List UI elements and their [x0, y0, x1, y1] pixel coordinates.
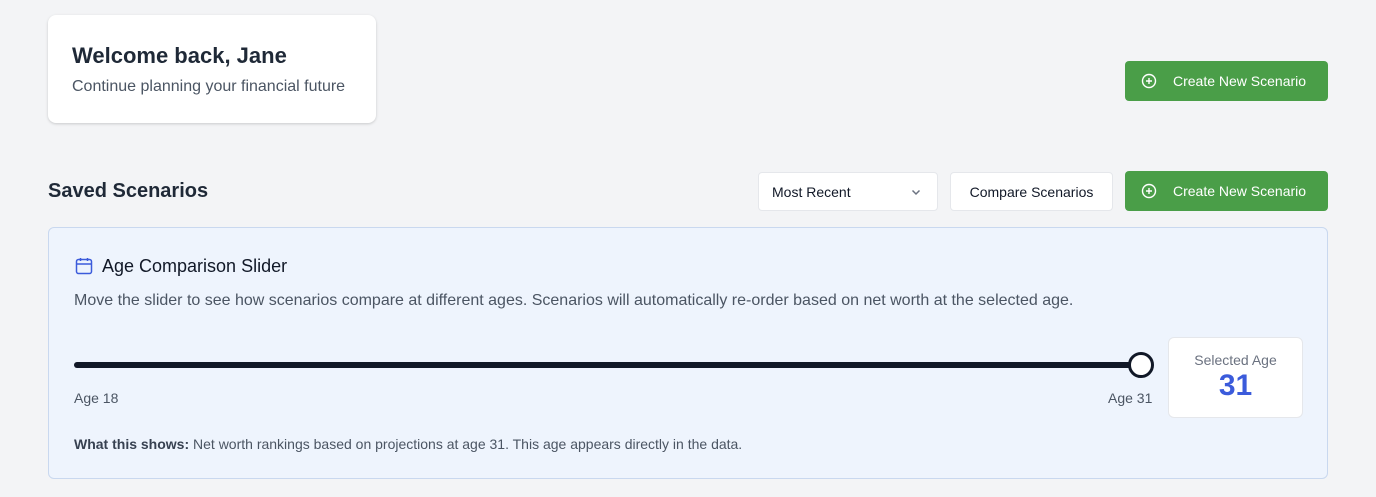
- welcome-card: Welcome back, Jane Continue planning you…: [48, 15, 376, 123]
- selected-age-box: Selected Age 31: [1168, 337, 1303, 418]
- create-new-scenario-button[interactable]: Create New Scenario: [1125, 61, 1328, 101]
- welcome-title: Welcome back, Jane: [72, 43, 287, 68]
- panel-description: Move the slider to see how scenarios com…: [74, 292, 1074, 309]
- sort-select[interactable]: Most Recent: [758, 172, 938, 211]
- slider-thumb[interactable]: [1128, 352, 1154, 378]
- panel-title: Age Comparison Slider: [102, 256, 288, 276]
- age-slider[interactable]: [74, 351, 1154, 379]
- age-comparison-panel: Age Comparison Slider Move the slider to…: [48, 227, 1328, 479]
- create-new-scenario-label: Create New Scenario: [1173, 73, 1307, 89]
- note-text: Net worth rankings based on projections …: [189, 436, 743, 452]
- plus-circle-icon: [1141, 183, 1157, 199]
- welcome-subtitle: Continue planning your financial future: [72, 78, 346, 95]
- sort-select-value: Most Recent: [772, 183, 851, 200]
- selected-age-label: Selected Age: [1194, 352, 1277, 368]
- create-new-scenario-button-secondary[interactable]: Create New Scenario: [1125, 171, 1328, 211]
- panel-header: Age Comparison Slider: [74, 254, 287, 278]
- create-new-scenario-label: Create New Scenario: [1173, 183, 1307, 199]
- compare-scenarios-button[interactable]: Compare Scenarios: [950, 172, 1113, 211]
- selected-age-value: 31: [1218, 369, 1253, 402]
- chevron-down-icon: [911, 189, 921, 195]
- calendar-icon: [75, 258, 93, 275]
- slider-max-label: Age 31: [1108, 390, 1153, 406]
- note-label: What this shows:: [74, 436, 190, 452]
- slider-fill: [74, 362, 1143, 368]
- saved-scenarios-title: Saved Scenarios: [48, 180, 209, 202]
- explanation-note: What this shows: Net worth rankings base…: [74, 436, 742, 452]
- slider-min-label: Age 18: [74, 390, 119, 406]
- plus-circle-icon: [1141, 73, 1157, 89]
